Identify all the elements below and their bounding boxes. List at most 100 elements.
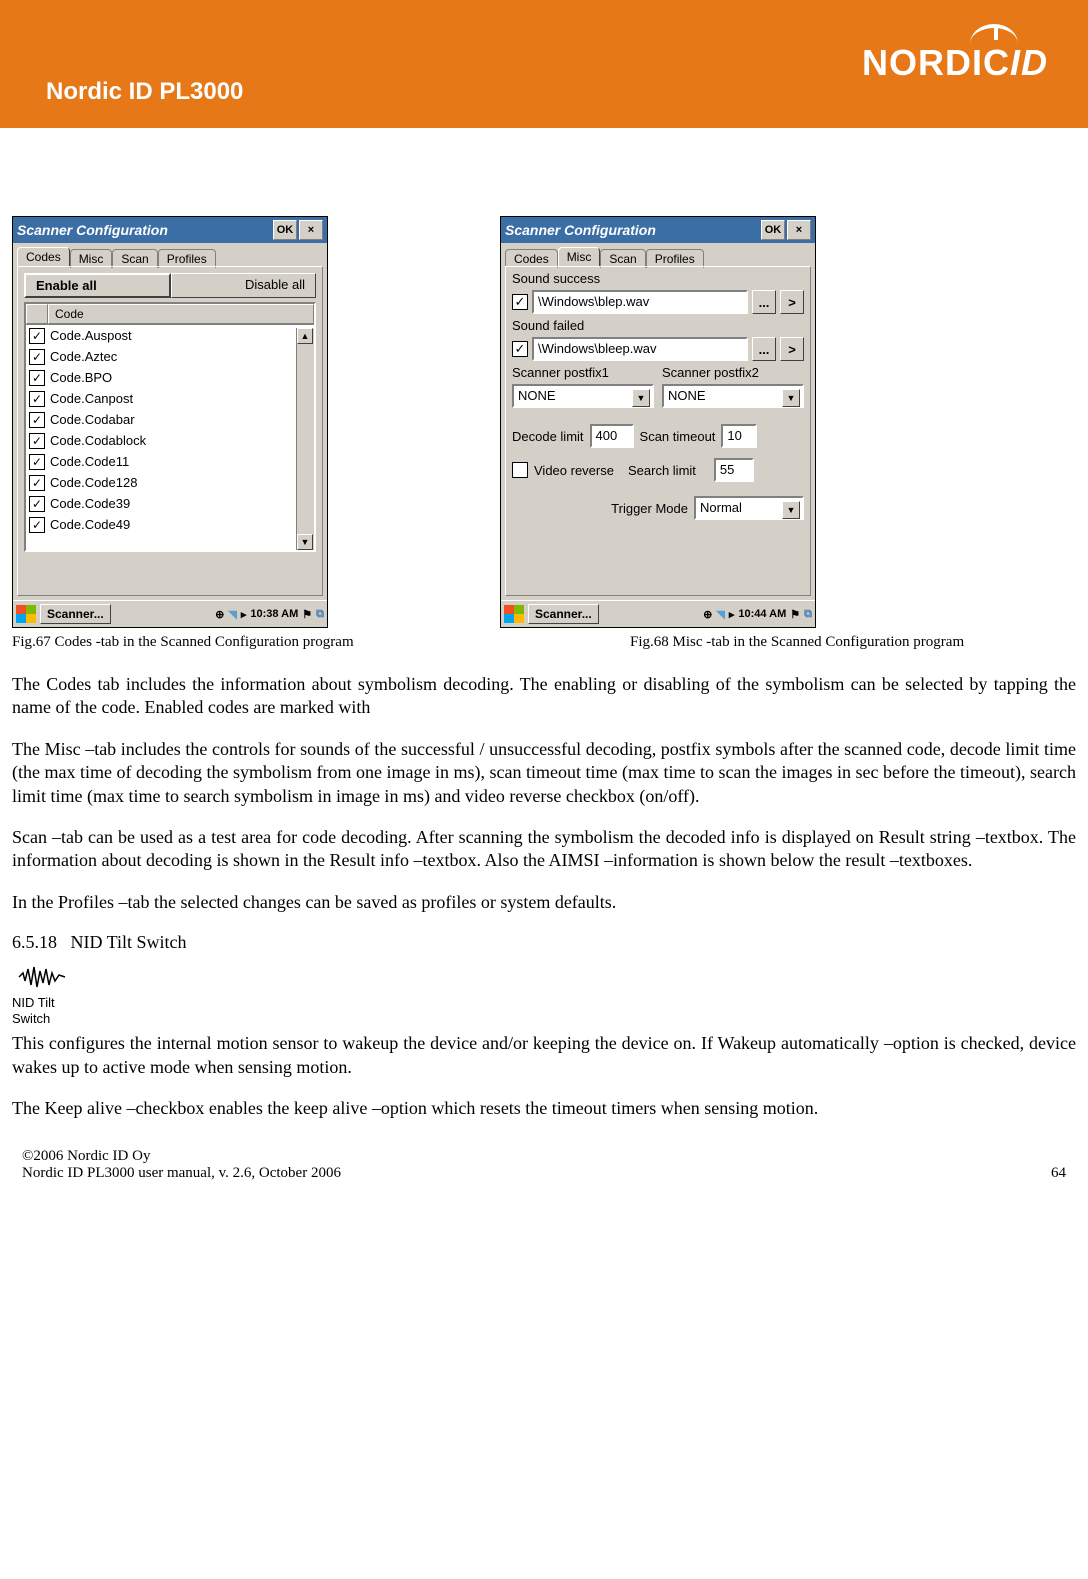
sound-success-label: Sound success bbox=[508, 269, 808, 288]
tray-desktop-icon[interactable]: ⧉ bbox=[316, 608, 324, 621]
section-title: NID Tilt Switch bbox=[71, 932, 187, 952]
search-limit-label: Search limit bbox=[628, 463, 696, 478]
paragraph: The Codes tab includes the information a… bbox=[12, 673, 1076, 720]
tab-panel-misc: Sound success ✓ \Windows\blep.wav ... > … bbox=[505, 266, 811, 596]
play-button[interactable]: > bbox=[780, 290, 804, 314]
checkbox-icon[interactable]: ✓ bbox=[29, 517, 45, 533]
trigger-mode-select[interactable]: Normal▼ bbox=[694, 496, 804, 520]
list-item[interactable]: ✓Code.Code39 bbox=[26, 493, 314, 514]
chevron-down-icon: ▼ bbox=[632, 389, 650, 407]
code-label: Code.Code128 bbox=[48, 475, 137, 490]
scrollbar[interactable]: ▲ ▼ bbox=[296, 328, 314, 550]
tab-strip: Codes Misc Scan Profiles bbox=[13, 243, 327, 266]
checkbox-icon[interactable]: ✓ bbox=[29, 454, 45, 470]
brand-logo: NORDICID bbox=[862, 42, 1048, 84]
tray-arrow-icon: ▸ bbox=[241, 608, 247, 621]
ok-button[interactable]: OK bbox=[761, 220, 785, 240]
close-button[interactable]: × bbox=[299, 220, 323, 240]
screenshot-codes-window: Scanner Configuration OK × Codes Misc Sc… bbox=[12, 216, 328, 628]
logo-swoosh-bar-icon bbox=[994, 28, 998, 40]
checkbox-icon[interactable]: ✓ bbox=[29, 328, 45, 344]
tray-network-icon[interactable]: ⊕ bbox=[215, 608, 224, 621]
page-number: 64 bbox=[1051, 1165, 1066, 1182]
enable-all-button[interactable]: Enable all bbox=[24, 273, 171, 298]
window-titlebar: Scanner Configuration OK × bbox=[501, 217, 815, 243]
list-item[interactable]: ✓Code.Codablock bbox=[26, 430, 314, 451]
video-reverse-checkbox[interactable] bbox=[512, 462, 528, 478]
brand-word-a: NORDIC bbox=[862, 42, 1010, 83]
browse-button[interactable]: ... bbox=[752, 290, 776, 314]
code-label: Code.Aztec bbox=[48, 349, 117, 364]
scroll-up-icon[interactable]: ▲ bbox=[297, 328, 313, 344]
checkbox-icon[interactable]: ✓ bbox=[29, 475, 45, 491]
code-label: Code.Codablock bbox=[48, 433, 146, 448]
list-item[interactable]: ✓Code.BPO bbox=[26, 367, 314, 388]
sound-success-checkbox[interactable]: ✓ bbox=[512, 294, 528, 310]
clock: 10:44 AM bbox=[738, 608, 786, 620]
window-title: Scanner Configuration bbox=[17, 222, 271, 238]
video-reverse-label: Video reverse bbox=[534, 463, 614, 478]
section-number: 6.5.18 bbox=[12, 932, 57, 952]
tray-volume-icon[interactable]: ◥ bbox=[716, 608, 724, 621]
checkbox-icon[interactable]: ✓ bbox=[29, 391, 45, 407]
start-icon[interactable] bbox=[504, 605, 524, 623]
sound-success-input[interactable]: \Windows\blep.wav bbox=[532, 290, 748, 314]
sound-failed-checkbox[interactable]: ✓ bbox=[512, 341, 528, 357]
tray-flag-icon[interactable]: ⚑ bbox=[302, 608, 312, 621]
disable-all-button[interactable]: Disable all bbox=[171, 273, 316, 298]
list-item[interactable]: ✓Code.Code49 bbox=[26, 514, 314, 535]
codes-listbox[interactable]: Code ✓Code.Auspost ✓Code.Aztec ✓Code.BPO… bbox=[24, 302, 316, 552]
taskbar-app-button[interactable]: Scanner... bbox=[528, 604, 599, 624]
tray-volume-icon[interactable]: ◥ bbox=[228, 608, 236, 621]
chevron-down-icon: ▼ bbox=[782, 501, 800, 519]
code-label: Code.Canpost bbox=[48, 391, 133, 406]
chevron-down-icon: ▼ bbox=[782, 389, 800, 407]
list-item[interactable]: ✓Code.Canpost bbox=[26, 388, 314, 409]
browse-button[interactable]: ... bbox=[752, 337, 776, 361]
list-item[interactable]: ✓Code.Codabar bbox=[26, 409, 314, 430]
checkbox-icon[interactable]: ✓ bbox=[29, 412, 45, 428]
tab-misc[interactable]: Misc bbox=[558, 247, 601, 266]
checkbox-icon[interactable]: ✓ bbox=[29, 349, 45, 365]
taskbar-app-button[interactable]: Scanner... bbox=[40, 604, 111, 624]
paragraph: Scan –tab can be used as a test area for… bbox=[12, 826, 1076, 873]
tray-desktop-icon[interactable]: ⧉ bbox=[804, 608, 812, 621]
list-header-check bbox=[26, 304, 48, 324]
list-item[interactable]: ✓Code.Code128 bbox=[26, 472, 314, 493]
start-icon[interactable] bbox=[16, 605, 36, 623]
tray-arrow-icon: ▸ bbox=[729, 608, 735, 621]
page-footer: ©2006 Nordic ID Oy Nordic ID PL3000 user… bbox=[0, 1148, 1088, 1182]
clock: 10:38 AM bbox=[250, 608, 298, 620]
window-title: Scanner Configuration bbox=[505, 222, 759, 238]
postfix2-select[interactable]: NONE▼ bbox=[662, 384, 804, 408]
document-header: Nordic ID PL3000 NORDICID bbox=[0, 0, 1088, 128]
document-id: Nordic ID PL3000 user manual, v. 2.6, Oc… bbox=[22, 1165, 341, 1182]
postfix2-label: Scanner postfix2 bbox=[662, 365, 804, 380]
paragraph: The Misc –tab includes the controls for … bbox=[12, 738, 1076, 808]
paragraph: The Keep alive –checkbox enables the kee… bbox=[12, 1097, 1076, 1120]
list-item[interactable]: ✓Code.Code11 bbox=[26, 451, 314, 472]
tab-strip: Codes Misc Scan Profiles bbox=[501, 243, 815, 266]
search-limit-input[interactable]: 55 bbox=[714, 458, 754, 482]
close-button[interactable]: × bbox=[787, 220, 811, 240]
sound-failed-input[interactable]: \Windows\bleep.wav bbox=[532, 337, 748, 361]
code-label: Code.BPO bbox=[48, 370, 112, 385]
checkbox-icon[interactable]: ✓ bbox=[29, 433, 45, 449]
ok-button[interactable]: OK bbox=[273, 220, 297, 240]
checkbox-icon[interactable]: ✓ bbox=[29, 370, 45, 386]
tray-flag-icon[interactable]: ⚑ bbox=[790, 608, 800, 621]
checkbox-icon[interactable]: ✓ bbox=[29, 496, 45, 512]
taskbar: Scanner... ⊕ ◥ ▸ 10:44 AM ⚑ ⧉ bbox=[501, 600, 815, 627]
tab-codes[interactable]: Codes bbox=[17, 247, 70, 266]
list-item[interactable]: ✓Code.Aztec bbox=[26, 346, 314, 367]
play-button[interactable]: > bbox=[780, 337, 804, 361]
list-item[interactable]: ✓Code.Auspost bbox=[26, 325, 314, 346]
sound-failed-label: Sound failed bbox=[508, 316, 808, 335]
list-header: Code bbox=[26, 304, 314, 325]
scan-timeout-input[interactable]: 10 bbox=[721, 424, 757, 448]
decode-limit-input[interactable]: 400 bbox=[590, 424, 634, 448]
tray-network-icon[interactable]: ⊕ bbox=[703, 608, 712, 621]
scroll-down-icon[interactable]: ▼ bbox=[297, 534, 313, 550]
postfix1-select[interactable]: NONE▼ bbox=[512, 384, 654, 408]
brand-word-b: ID bbox=[1010, 42, 1048, 83]
